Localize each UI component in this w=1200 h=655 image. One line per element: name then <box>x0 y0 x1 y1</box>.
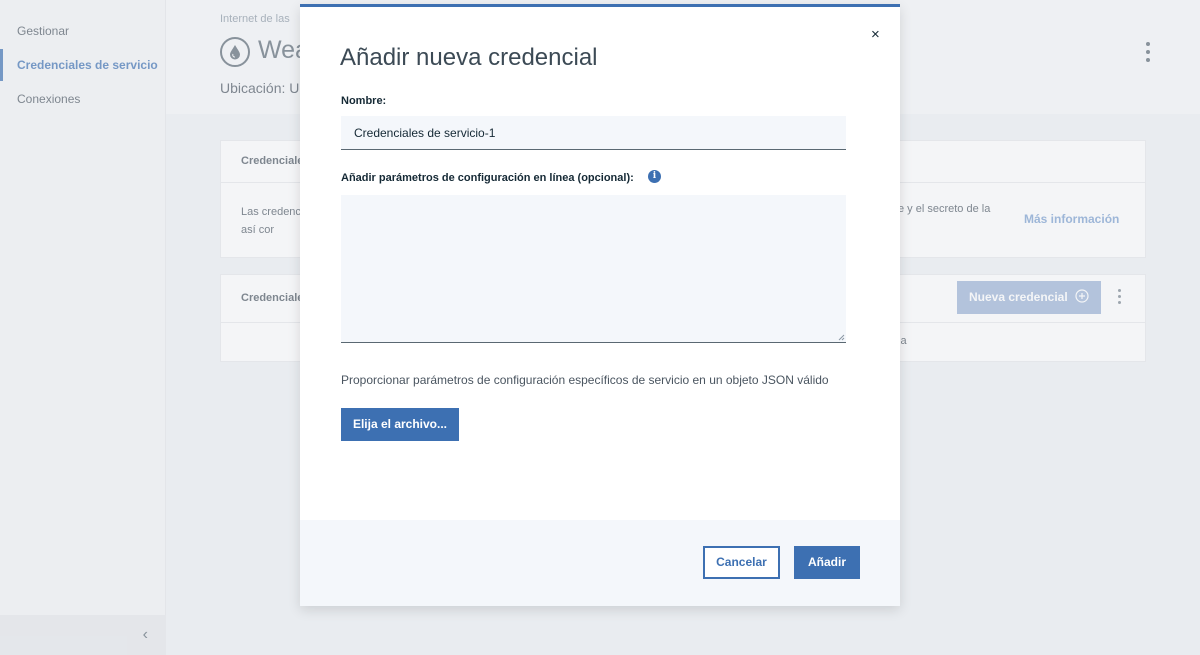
config-params-textarea[interactable] <box>341 195 846 343</box>
help-text: Proporcionar parámetros de configuración… <box>341 373 829 387</box>
modal-footer: Cancelar Añadir <box>300 520 900 606</box>
close-icon[interactable]: × <box>871 26 880 43</box>
name-label: Nombre: <box>341 95 387 107</box>
modal-title: Añadir nueva credencial <box>340 44 598 71</box>
resize-handle-icon[interactable] <box>837 333 845 341</box>
params-label: Añadir parámetros de configuración en lí… <box>341 172 634 184</box>
cancel-button[interactable]: Cancelar <box>703 546 780 579</box>
choose-file-button[interactable]: Elija el archivo... <box>341 408 459 441</box>
info-icon[interactable]: i <box>648 170 661 183</box>
add-credential-modal: × Añadir nueva credencial Nombre: Añadir… <box>300 4 900 606</box>
add-button[interactable]: Añadir <box>794 546 860 579</box>
name-field[interactable] <box>341 116 846 150</box>
